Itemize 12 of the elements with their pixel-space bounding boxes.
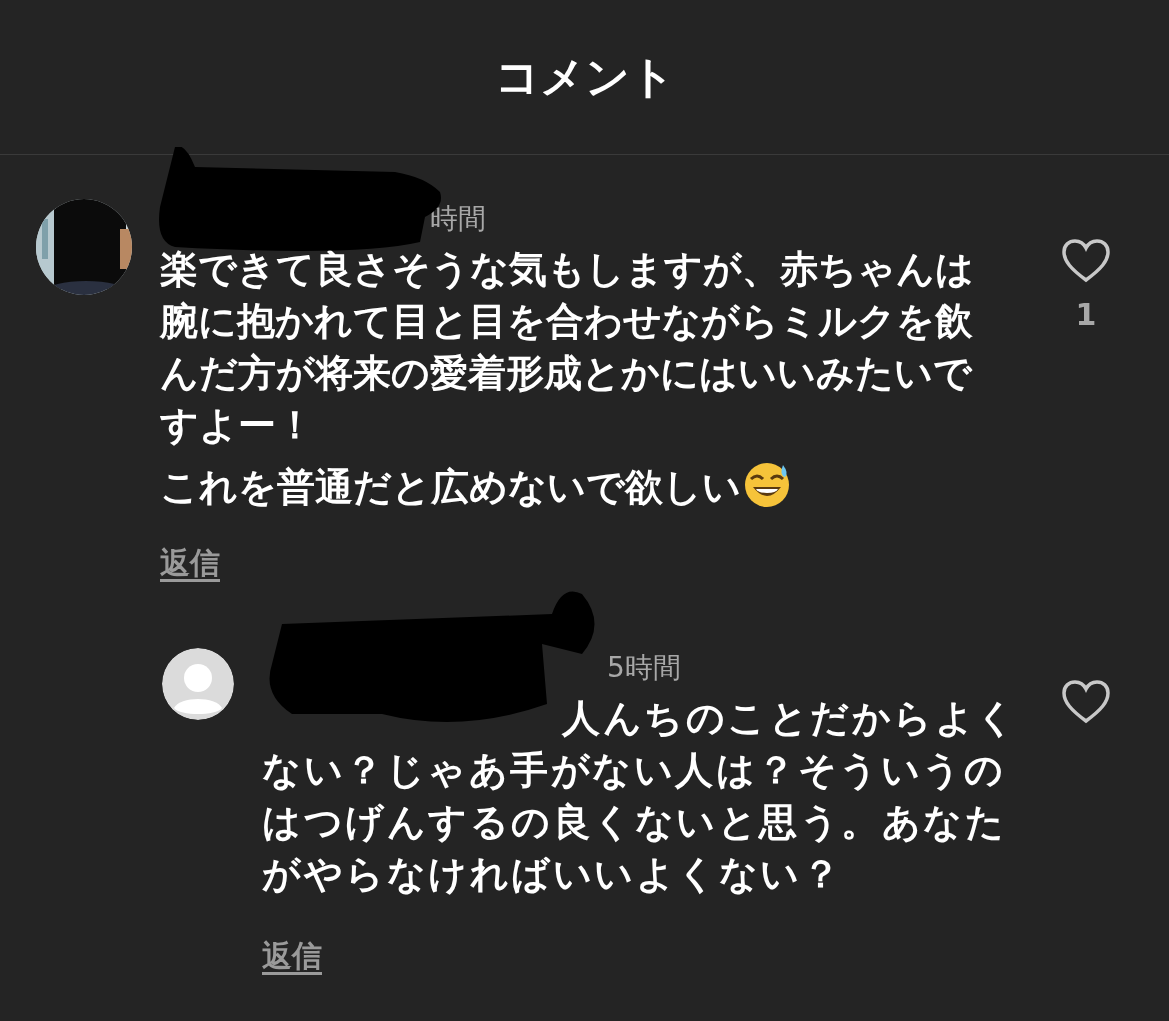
comment-time: 5時間 (607, 650, 681, 686)
comment-text: 人んちのことだからよくない？じゃあ手がない人は？そういうのはつげんするの良くないと思う。あなたがやらなければいいよくない？ (262, 695, 1019, 898)
page-title: コメント (494, 49, 675, 104)
like-button[interactable] (1061, 680, 1111, 724)
default-avatar-icon (162, 648, 234, 720)
reply-link[interactable]: 返信 (262, 936, 322, 977)
comment-text: 楽できて良さそうな気もしますが、赤ちゃんは腕に抱かれて目と目を合わせながらミルクを飲んだ方が将来の愛着形成とかにはいいみたいですよー！ (160, 246, 975, 449)
like-button[interactable] (1061, 239, 1111, 283)
comment-time: 時間 (430, 201, 486, 237)
reply-link[interactable]: 返信 (160, 543, 220, 584)
comment-text: これを普通だと広めないで欲しい (160, 464, 741, 511)
like-count: 1 (1075, 297, 1097, 332)
